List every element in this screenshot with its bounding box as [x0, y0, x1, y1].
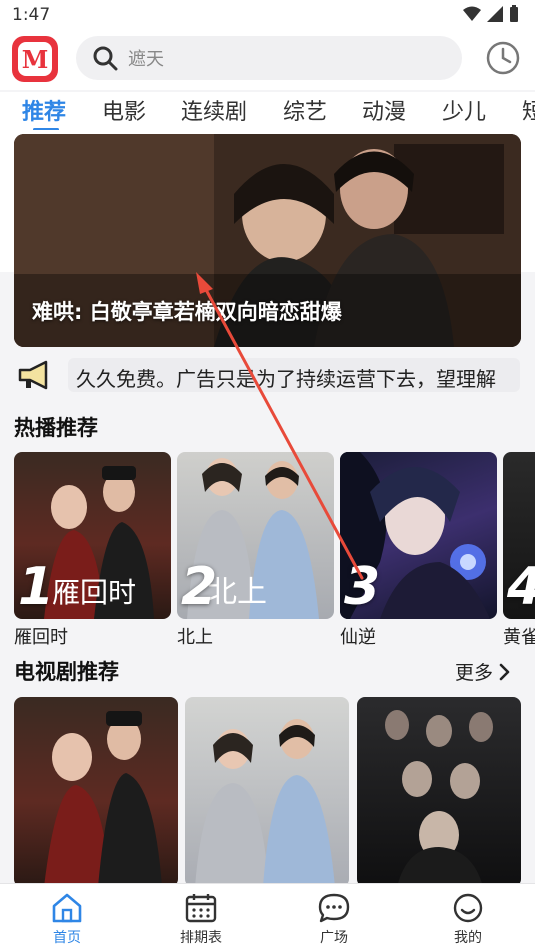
hot-card-2[interactable]: 北上 2 北上: [177, 452, 334, 647]
status-time: 1:47: [12, 5, 51, 25]
chat-bubble-icon: [318, 893, 350, 923]
nav-home[interactable]: 首页: [22, 892, 112, 947]
bottom-nav: 首页 排期表 广场 我的: [0, 883, 535, 952]
battery-icon: [510, 5, 518, 22]
top-bar: M 遮天: [0, 30, 535, 90]
tv-card-2[interactable]: [185, 697, 349, 887]
hot-list: 雁回时 1 雁回时 北上 2 北上 3 仙逆 黄雀: [14, 452, 535, 647]
tab-recommend[interactable]: 推荐: [22, 94, 66, 126]
tab-variety[interactable]: 综艺: [283, 94, 327, 126]
tab-anime[interactable]: 动漫: [362, 94, 406, 126]
tv-card-1[interactable]: [14, 697, 178, 887]
search-icon: [93, 46, 118, 71]
app-logo-mark: M: [18, 42, 52, 76]
more-label: 更多: [454, 662, 493, 684]
status-bar: 1:47: [0, 0, 535, 30]
hot-card-title: 黄雀: [503, 627, 535, 647]
app-logo[interactable]: M: [12, 36, 58, 82]
rank-number: 2: [181, 557, 218, 617]
history-clock-icon[interactable]: [485, 40, 521, 76]
rank-number: 3: [344, 557, 381, 617]
nav-square[interactable]: 广场: [289, 892, 379, 947]
hot-card-3[interactable]: 3 仙逆: [340, 452, 497, 647]
announcement-text: 久久免费。广告只是为了持续运营下去，望理解: [76, 367, 496, 391]
rank-number: 4: [507, 557, 535, 617]
search-input[interactable]: 遮天: [76, 36, 462, 80]
nav-profile[interactable]: 我的: [423, 892, 513, 947]
poster: 北上 2: [177, 452, 334, 619]
nav-schedule[interactable]: 排期表: [156, 892, 246, 947]
chevron-right-icon: [499, 663, 510, 680]
nav-profile-label: 我的: [454, 930, 482, 946]
home-icon: [52, 893, 82, 923]
poster: 4: [503, 452, 535, 619]
banner-caption: 难哄: 白敬亭章若楠双向暗恋甜爆: [32, 300, 342, 324]
tv-card-3[interactable]: [357, 697, 521, 887]
hot-section-title: 热播推荐: [14, 416, 98, 440]
svg-text:雁回时: 雁回时: [52, 576, 136, 609]
megaphone-icon: [18, 360, 48, 390]
category-tabs: 推荐 电影 连续剧 综艺 动漫 少儿 短: [0, 92, 535, 130]
nav-home-label: 首页: [53, 930, 81, 946]
tv-list: [14, 697, 535, 887]
hot-card-4[interactable]: 4 黄雀: [503, 452, 535, 647]
wifi-icon: [463, 6, 481, 21]
tv-section-title: 电视剧推荐: [14, 660, 119, 684]
tab-kids[interactable]: 少儿: [442, 94, 486, 126]
calendar-icon: [185, 894, 217, 923]
tv-poster-art: [385, 710, 493, 887]
smiley-icon: [453, 893, 483, 923]
hot-card-title: 雁回时: [14, 627, 68, 647]
poster: 雁回时 1: [14, 452, 171, 619]
tab-series[interactable]: 连续剧: [181, 94, 247, 126]
tab-movie[interactable]: 电影: [102, 94, 146, 126]
featured-banner[interactable]: 难哄: 白敬亭章若楠双向暗恋甜爆: [14, 134, 521, 347]
hot-card-1[interactable]: 雁回时 1 雁回时: [14, 452, 171, 647]
hot-card-title: 仙逆: [340, 627, 376, 647]
tv-poster-art: [44, 711, 162, 887]
signal-icon: [487, 6, 503, 22]
hot-card-title: 北上: [177, 627, 213, 647]
rank-number: 1: [18, 557, 55, 617]
tab-short[interactable]: 短: [522, 94, 535, 126]
nav-square-label: 广场: [320, 930, 348, 946]
search-placeholder: 遮天: [128, 49, 164, 70]
tv-more-link[interactable]: 更多: [455, 658, 511, 685]
poster: 3: [340, 452, 497, 619]
tv-poster-art: [195, 719, 335, 887]
announcement-pill: 久久免费。广告只是为了持续运营下去，望理解: [68, 358, 520, 392]
status-icons: [463, 5, 519, 23]
announcement-bar: 久久免费。广告只是为了持续运营下去，望理解: [14, 356, 521, 396]
nav-schedule-label: 排期表: [180, 930, 222, 946]
